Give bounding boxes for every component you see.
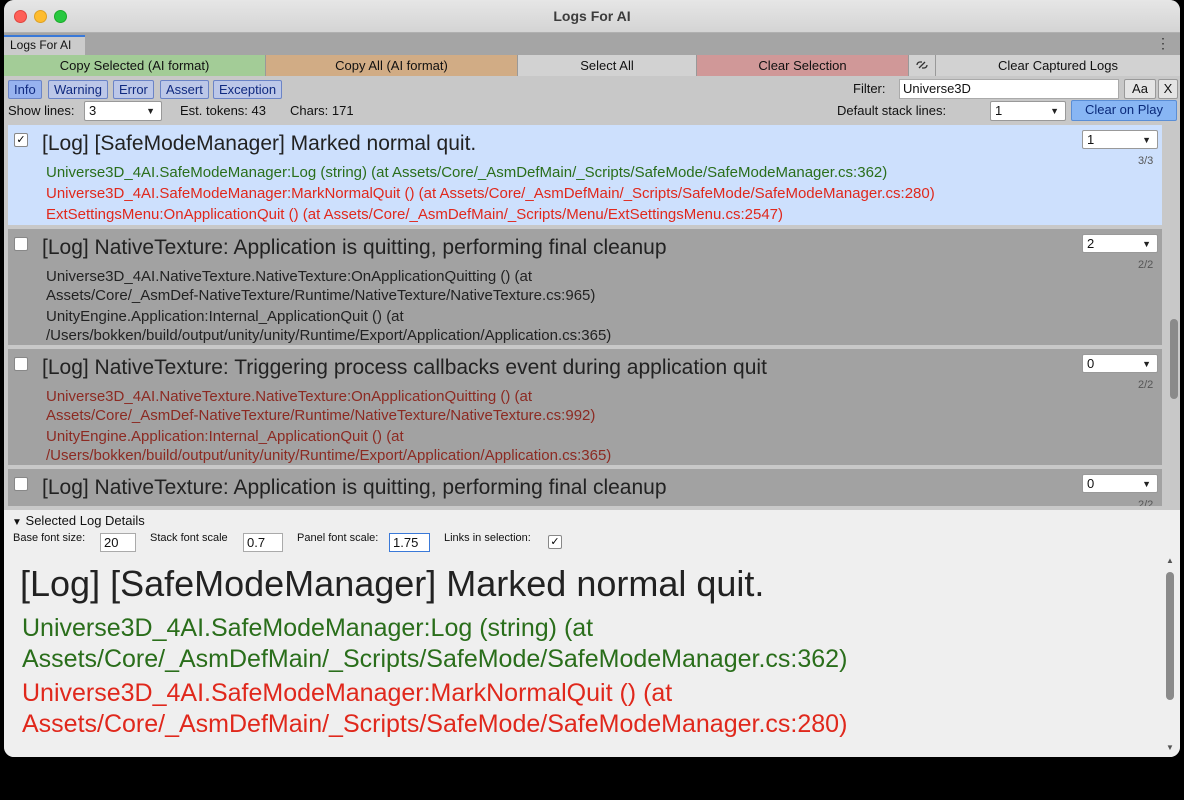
log-entry[interactable]: [Log] NativeTexture: Application is quit… bbox=[8, 229, 1162, 345]
stack-trace-line: /Users/bokken/build/output/unity/unity/R… bbox=[46, 447, 612, 464]
tab-logs-for-ai[interactable]: Logs For AI bbox=[4, 35, 86, 55]
log-entry-lines-dropdown[interactable]: 0 ▼ bbox=[1082, 354, 1158, 373]
tab-bar: Logs For AI ⋮ bbox=[4, 33, 1180, 55]
stack-font-scale-input[interactable]: 0.7 bbox=[243, 533, 283, 552]
stack-trace-line: UnityEngine.Application:Internal_Applica… bbox=[46, 428, 404, 445]
level-toggle-error[interactable]: Error bbox=[113, 80, 154, 99]
panel-font-scale-label: Panel font scale: bbox=[297, 532, 379, 544]
default-stack-lines-dropdown[interactable]: 1 ▼ bbox=[990, 101, 1066, 121]
log-list: ✓ [Log] [SafeModeManager] Marked normal q… bbox=[4, 123, 1166, 506]
log-entry-checkbox[interactable] bbox=[14, 237, 28, 251]
details-stack-line: Assets/Core/_AsmDefMain/_Scripts/SafeMod… bbox=[22, 645, 848, 673]
log-entry[interactable]: [Log] NativeTexture: Triggering process … bbox=[8, 349, 1162, 465]
level-toggle-exception[interactable]: Exception bbox=[213, 80, 283, 99]
log-list-scrollbar[interactable] bbox=[1168, 123, 1180, 506]
filter-row: Info Warning Error Assert Exception Filt… bbox=[4, 77, 1180, 99]
stack-trace-line: Assets/Core/_AsmDef-NativeTexture/Runtim… bbox=[46, 407, 596, 424]
log-entry-lines-dropdown[interactable]: 0 ▼ bbox=[1082, 474, 1158, 493]
log-entry-lines-dropdown[interactable]: 2 ▼ bbox=[1082, 234, 1158, 253]
details-stack-line: Universe3D_4AI.SafeModeManager:MarkNorma… bbox=[22, 679, 673, 707]
show-lines-dropdown[interactable]: 3 ▼ bbox=[84, 101, 162, 121]
clear-selection-button[interactable]: Clear Selection bbox=[697, 55, 909, 76]
log-entry-title: [Log] NativeTexture: Triggering process … bbox=[42, 356, 767, 379]
filter-label: Filter: bbox=[853, 81, 886, 96]
stack-font-scale-label: Stack font scale bbox=[150, 532, 228, 544]
level-toggle-info[interactable]: Info bbox=[8, 80, 42, 99]
filter-input[interactable]: Universe3D bbox=[899, 79, 1119, 99]
log-entry-count: 2/2 bbox=[1138, 499, 1154, 506]
selected-log-details-panel: ▼ Selected Log Details Base font size: 2… bbox=[4, 510, 1180, 757]
base-font-size-label: Base font size: bbox=[13, 532, 86, 544]
default-stack-lines-label: Default stack lines: bbox=[837, 103, 947, 118]
log-entry-checkbox[interactable] bbox=[14, 357, 28, 371]
stack-trace-line: UnityEngine.Application:Internal_Applica… bbox=[46, 308, 404, 325]
details-scrollbar-thumb[interactable] bbox=[1166, 572, 1174, 700]
log-entry-count: 2/2 bbox=[1138, 259, 1154, 271]
level-toggle-warning[interactable]: Warning bbox=[48, 80, 108, 99]
disclosure-triangle-icon: ▼ bbox=[12, 517, 22, 528]
show-lines-label: Show lines: bbox=[8, 103, 75, 118]
toolbar: Copy Selected (AI format) Copy All (AI f… bbox=[4, 55, 1180, 76]
base-font-size-input[interactable]: 20 bbox=[100, 533, 136, 552]
token-estimate: Est. tokens: 43 bbox=[180, 103, 266, 118]
log-entry-lines-dropdown[interactable]: 1 ▼ bbox=[1082, 130, 1158, 149]
details-stack-line: Assets/Core/_AsmDefMain/_Scripts/SafeMod… bbox=[22, 710, 848, 738]
links-in-selection-checkbox[interactable]: ✓ bbox=[548, 535, 562, 549]
log-entry-lines-value: 0 bbox=[1087, 356, 1095, 371]
chevron-down-icon: ▼ bbox=[1050, 106, 1059, 116]
details-scrollbar[interactable]: ▲ ▼ bbox=[1164, 556, 1176, 752]
stack-trace-line: Universe3D_4AI.SafeModeManager:Log (stri… bbox=[46, 164, 888, 181]
log-entry-checkbox[interactable] bbox=[14, 477, 28, 491]
details-header[interactable]: ▼ Selected Log Details bbox=[12, 513, 145, 528]
log-entry-lines-value: 1 bbox=[1087, 132, 1095, 147]
window-title: Logs For AI bbox=[553, 8, 631, 24]
editor-window: Logs For AI Logs For AI ⋮ Copy Selected … bbox=[4, 0, 1180, 757]
log-entry-title: [Log] NativeTexture: Application is quit… bbox=[42, 236, 667, 259]
chevron-down-icon: ▼ bbox=[1142, 135, 1151, 145]
log-entry-checkbox[interactable]: ✓ bbox=[14, 133, 28, 147]
chevron-down-icon: ▼ bbox=[1142, 479, 1151, 489]
scrollbar-thumb[interactable] bbox=[1170, 319, 1178, 399]
clear-captured-logs-button[interactable]: Clear Captured Logs bbox=[936, 55, 1180, 76]
stack-trace-line: Assets/Core/_AsmDef-NativeTexture/Runtim… bbox=[46, 287, 596, 304]
title-bar: Logs For AI bbox=[4, 0, 1180, 33]
copy-selected-button[interactable]: Copy Selected (AI format) bbox=[4, 55, 266, 76]
log-entry[interactable]: [Log] NativeTexture: Application is quit… bbox=[8, 469, 1162, 506]
log-entry-lines-value: 2 bbox=[1087, 236, 1095, 251]
copy-all-button[interactable]: Copy All (AI format) bbox=[266, 55, 518, 76]
scroll-up-icon[interactable]: ▲ bbox=[1166, 556, 1174, 565]
log-entry-lines-value: 0 bbox=[1087, 476, 1095, 491]
kebab-icon[interactable]: ⋮ bbox=[1156, 35, 1170, 52]
scroll-down-icon[interactable]: ▼ bbox=[1166, 743, 1174, 752]
default-stack-lines-value: 1 bbox=[995, 103, 1003, 118]
stack-trace-line: Universe3D_4AI.SafeModeManager:MarkNorma… bbox=[46, 185, 935, 202]
chevron-down-icon: ▼ bbox=[146, 106, 155, 116]
panel-font-scale-input[interactable]: 1.75 bbox=[389, 533, 430, 552]
stack-trace-line: Universe3D_4AI.NativeTexture.NativeTextu… bbox=[46, 388, 533, 405]
stack-trace-line: /Users/bokken/build/output/unity/unity/R… bbox=[46, 327, 612, 344]
clear-filter-button[interactable]: X bbox=[1158, 79, 1178, 99]
chevron-down-icon: ▼ bbox=[1142, 359, 1151, 369]
details-header-label: Selected Log Details bbox=[25, 513, 145, 528]
log-entry-count: 2/2 bbox=[1138, 379, 1154, 391]
clear-on-play-toggle[interactable]: Clear on Play bbox=[1071, 100, 1177, 121]
char-count: Chars: 171 bbox=[290, 103, 354, 118]
stack-trace-line: Universe3D_4AI.NativeTexture.NativeTextu… bbox=[46, 268, 533, 285]
show-lines-value: 3 bbox=[89, 103, 97, 118]
stack-trace-line: ExtSettingsMenu:OnApplicationQuit () (at… bbox=[46, 206, 783, 223]
select-all-button[interactable]: Select All bbox=[518, 55, 697, 76]
chevron-down-icon: ▼ bbox=[1142, 239, 1151, 249]
log-entry-count: 3/3 bbox=[1138, 155, 1154, 167]
unlink-icon[interactable] bbox=[909, 55, 936, 76]
details-title: [Log] [SafeModeManager] Marked normal qu… bbox=[20, 563, 765, 604]
log-entry-title: [Log] NativeTexture: Application is quit… bbox=[42, 476, 667, 499]
log-entry-title: [Log] [SafeModeManager] Marked normal qu… bbox=[42, 132, 477, 155]
log-entry[interactable]: ✓ [Log] [SafeModeManager] Marked normal q… bbox=[8, 125, 1162, 225]
level-toggle-assert[interactable]: Assert bbox=[160, 80, 209, 99]
match-case-button[interactable]: Aa bbox=[1124, 79, 1156, 99]
links-in-selection-label: Links in selection: bbox=[444, 532, 531, 544]
details-stack-line: Universe3D_4AI.SafeModeManager:Log (stri… bbox=[22, 614, 594, 642]
